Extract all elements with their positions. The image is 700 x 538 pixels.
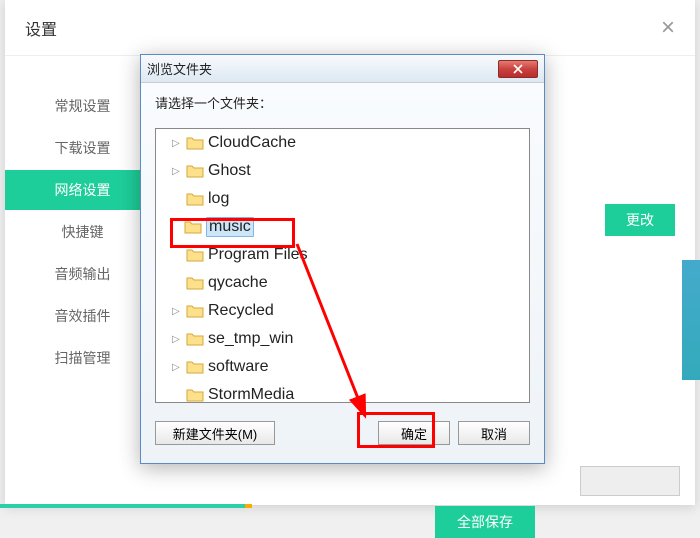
browse-title: 浏览文件夹 [147, 59, 212, 78]
browse-prompt: 请选择一个文件夹： [141, 83, 544, 122]
tree-item-software[interactable]: ▷ software [156, 353, 529, 381]
sidebar-item-scan[interactable]: 扫描管理 [5, 338, 160, 378]
sidebar-item-general[interactable]: 常规设置 [5, 86, 160, 126]
tree-item-music[interactable]: music [156, 213, 529, 241]
tree-item-qycache[interactable]: qycache [156, 269, 529, 297]
new-folder-button[interactable]: 新建文件夹(M) [155, 421, 275, 445]
folder-icon [186, 163, 204, 179]
folder-tree[interactable]: ▷ CloudCache ▷ Ghost log music Program F… [155, 128, 530, 403]
chevron-right-icon: ▷ [172, 138, 182, 149]
ok-button[interactable]: 确定 [378, 421, 450, 445]
browse-close-button[interactable] [498, 60, 538, 78]
folder-icon [186, 303, 204, 319]
cancel-button[interactable]: 取消 [458, 421, 530, 445]
progress-bar [0, 504, 700, 508]
close-icon [512, 64, 524, 74]
folder-icon [186, 359, 204, 375]
folder-icon [186, 331, 204, 347]
chevron-right-icon: ▷ [172, 166, 182, 177]
folder-icon [184, 219, 202, 235]
tree-item-cloudcache[interactable]: ▷ CloudCache [156, 129, 529, 157]
close-icon[interactable]: × [661, 16, 675, 40]
header: 设置 × [5, 0, 695, 56]
folder-icon [186, 247, 204, 263]
browse-header: 浏览文件夹 [141, 55, 544, 83]
chevron-right-icon: ▷ [172, 362, 182, 373]
sidebar-item-effects[interactable]: 音效插件 [5, 296, 160, 336]
tree-item-ghost[interactable]: ▷ Ghost [156, 157, 529, 185]
browse-folder-dialog: 浏览文件夹 请选择一个文件夹： ▷ CloudCache ▷ Ghost log… [140, 54, 545, 464]
save-all-button[interactable]: 全部保存 [435, 506, 535, 538]
sidebar-item-download[interactable]: 下载设置 [5, 128, 160, 168]
tree-item-programfiles[interactable]: Program Files [156, 241, 529, 269]
chevron-right-icon: ▷ [172, 306, 182, 317]
tree-item-recycled[interactable]: ▷ Recycled [156, 297, 529, 325]
change-button[interactable]: 更改 [605, 204, 675, 236]
folder-icon [186, 135, 204, 151]
chevron-right-icon: ▷ [172, 334, 182, 345]
tree-item-setmpwin[interactable]: ▷ se_tmp_win [156, 325, 529, 353]
sidebar: 常规设置 下载设置 网络设置 快捷键 音频输出 音效插件 扫描管理 [5, 56, 160, 505]
folder-icon [186, 387, 204, 403]
sidebar-item-network[interactable]: 网络设置 [5, 170, 160, 210]
settings-title: 设置 [25, 16, 57, 40]
tree-item-log[interactable]: log [156, 185, 529, 213]
sidebar-item-audio[interactable]: 音频输出 [5, 254, 160, 294]
sidebar-item-shortcut[interactable]: 快捷键 [5, 212, 160, 252]
thumb-placeholder [580, 466, 680, 496]
decorative-strip [682, 260, 700, 380]
tree-item-stormmedia[interactable]: StormMedia [156, 381, 529, 403]
folder-icon [186, 191, 204, 207]
folder-icon [186, 275, 204, 291]
browse-button-row: 新建文件夹(M) 确定 取消 [141, 409, 544, 457]
